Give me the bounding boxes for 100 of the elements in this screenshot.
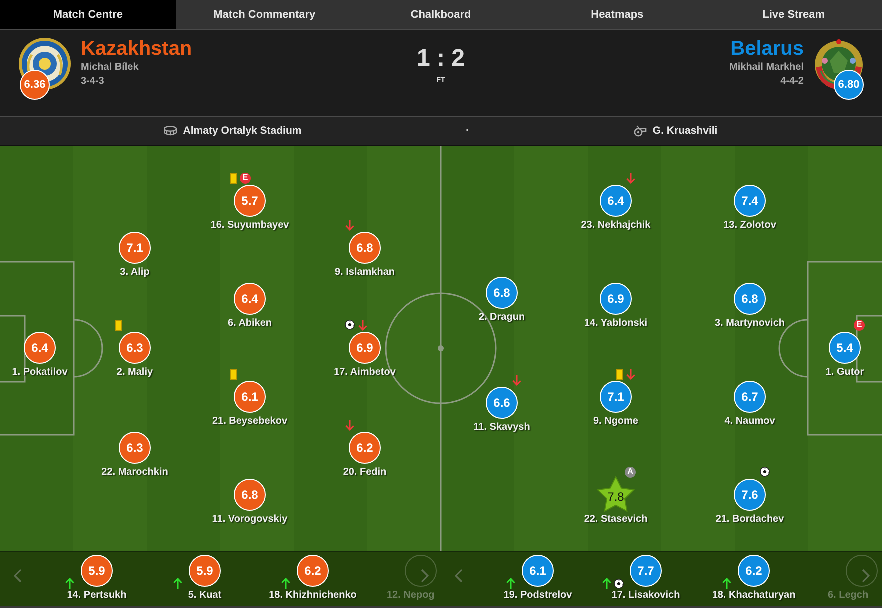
referee-name: G. Kruashvili (652, 125, 718, 137)
tab[interactable]: Heatmaps (529, 0, 706, 29)
rating-badge: 6.1 (234, 381, 266, 413)
rating-badge: 7.6 (734, 479, 766, 511)
booking-card-icon (230, 368, 237, 380)
player-name: 1. Pokatilov (12, 367, 68, 379)
team-rating-badge: 6.36 (20, 70, 50, 100)
arrow-up-icon (173, 578, 183, 590)
team-rating-badge: 6.80 (834, 70, 864, 100)
player-name: 13. Zolotov (724, 220, 776, 232)
soccer-ball-icon (760, 467, 770, 477)
separator-dot: · (466, 125, 470, 137)
rating-badge: 5.7 (234, 185, 266, 217)
player-name: 22. Stasevich (584, 514, 648, 526)
player-name: 18. Khachaturyan (712, 590, 796, 602)
team-name: Belarus (730, 37, 804, 61)
rating-badge: 6.2 (738, 555, 770, 587)
venue-name: Almaty Ortalyk Stadium (183, 125, 302, 137)
whistle-icon (634, 125, 647, 137)
player-name: 3. Alip (120, 267, 150, 279)
tab[interactable]: Chalkboard (352, 0, 530, 29)
chevron-left-icon[interactable] (14, 569, 22, 583)
player-name: 17. Lisakovich (612, 590, 680, 602)
arrow-down-icon (344, 419, 355, 431)
player-name: 16. Suyumbayev (210, 220, 290, 232)
player-name: 2. Dragun (478, 312, 526, 324)
arrow-up-icon (602, 578, 612, 590)
player-name: 21. Beysebekov (212, 416, 288, 428)
player-name: 14. Yablonski (584, 318, 648, 330)
player-name: 2. Maliy (116, 367, 154, 379)
arrow-up-icon (65, 578, 75, 590)
error-badge: E (240, 172, 251, 184)
formation-text: 3-4-3 (81, 75, 106, 89)
player-name: 11. Vorogovskiy (212, 514, 288, 526)
player-name: 11. Skavysh (474, 422, 530, 434)
rating-badge: 6.8 (734, 283, 766, 315)
player-name: 4. Naumov (724, 416, 776, 428)
chevron-left-icon[interactable] (455, 569, 463, 583)
chevron-right-icon[interactable] (862, 569, 870, 583)
score-text: 1 : 2 (416, 46, 466, 72)
manager-name: Mikhail Markhel (730, 61, 804, 75)
rating-badge: 6.9 (600, 283, 632, 315)
star-rating-badge: 7.8 (596, 475, 636, 515)
player-name: 1. Gutor (826, 367, 864, 379)
rating-badge: 6.8 (234, 479, 266, 511)
soccer-ball-icon (345, 320, 355, 330)
arrow-up-icon (722, 578, 732, 590)
team-name: Kazakhstan (81, 37, 192, 61)
arrow-down-icon (345, 219, 355, 231)
chevron-right-icon[interactable] (421, 569, 429, 583)
rating-badge: 5.9 (189, 555, 221, 587)
rating-badge: 6.6 (486, 387, 518, 419)
rating-badge: 7.1 (600, 381, 632, 413)
player-name: 3. Martynovich (714, 318, 786, 330)
formation-text: 4-4-2 (780, 75, 804, 89)
arrow-down-icon (626, 172, 636, 184)
arrow-down-icon (626, 368, 636, 380)
rating-badge: 6.2 (297, 555, 329, 587)
rating-badge: 6.2 (348, 432, 381, 464)
rating-badge: 7.4 (734, 185, 766, 217)
rating-badge: 7.7 (630, 555, 662, 587)
rating-badge: 6.4 (600, 185, 632, 217)
rating-badge: 6.4 (24, 332, 56, 364)
tab[interactable]: Match Commentary (176, 0, 353, 29)
arrow-up-icon (506, 578, 516, 590)
player-name: 9. Ngome (593, 416, 638, 428)
tab[interactable]: Match Centre (0, 0, 176, 29)
player-name: 6. Abiken (228, 318, 272, 330)
player-name: 21. Bordachev (716, 514, 784, 526)
player-name: 9. Islamkhan (334, 267, 396, 279)
rating-badge: 5.9 (81, 555, 113, 587)
arrow-up-icon (281, 578, 291, 590)
player-name: 17. Aimbetov (334, 367, 396, 379)
rating-badge: 6.8 (486, 277, 518, 309)
error-badge: E (854, 320, 865, 330)
assist-badge: A (625, 466, 636, 478)
player-name: 6. Legch (828, 590, 869, 602)
player-name: 23. Nekhajchik (581, 220, 651, 232)
rating-badge: 6.3 (118, 432, 151, 464)
rating-badge: 6.3 (119, 332, 151, 364)
tab[interactable]: Live Stream (706, 0, 882, 29)
player-name: 20. Fedin (343, 467, 387, 479)
stadium-icon (164, 126, 178, 136)
rating-badge: 6.4 (234, 283, 266, 315)
rating-badge: 5.4 (829, 332, 861, 364)
rating-badge: 6.8 (349, 232, 381, 264)
booking-card-icon (616, 368, 623, 380)
player-name: 22. Marochkin (102, 467, 168, 479)
player-name: 14. Pertsukh (67, 590, 127, 602)
rating-badge: 6.9 (349, 332, 381, 364)
booking-card-icon (230, 172, 237, 184)
arrow-down-icon (358, 319, 368, 331)
arrow-down-icon (512, 374, 522, 386)
player-name: 12. Nepog (387, 590, 435, 602)
player-name: 18. Khizhnichenko (269, 590, 357, 602)
player-name: 19. Podstrelov (504, 590, 572, 602)
rating-badge: 6.1 (522, 555, 554, 587)
player-name: 5. Kuat (188, 590, 222, 602)
rating-badge: 6.7 (734, 381, 766, 413)
rating-badge: 7.1 (119, 232, 151, 264)
